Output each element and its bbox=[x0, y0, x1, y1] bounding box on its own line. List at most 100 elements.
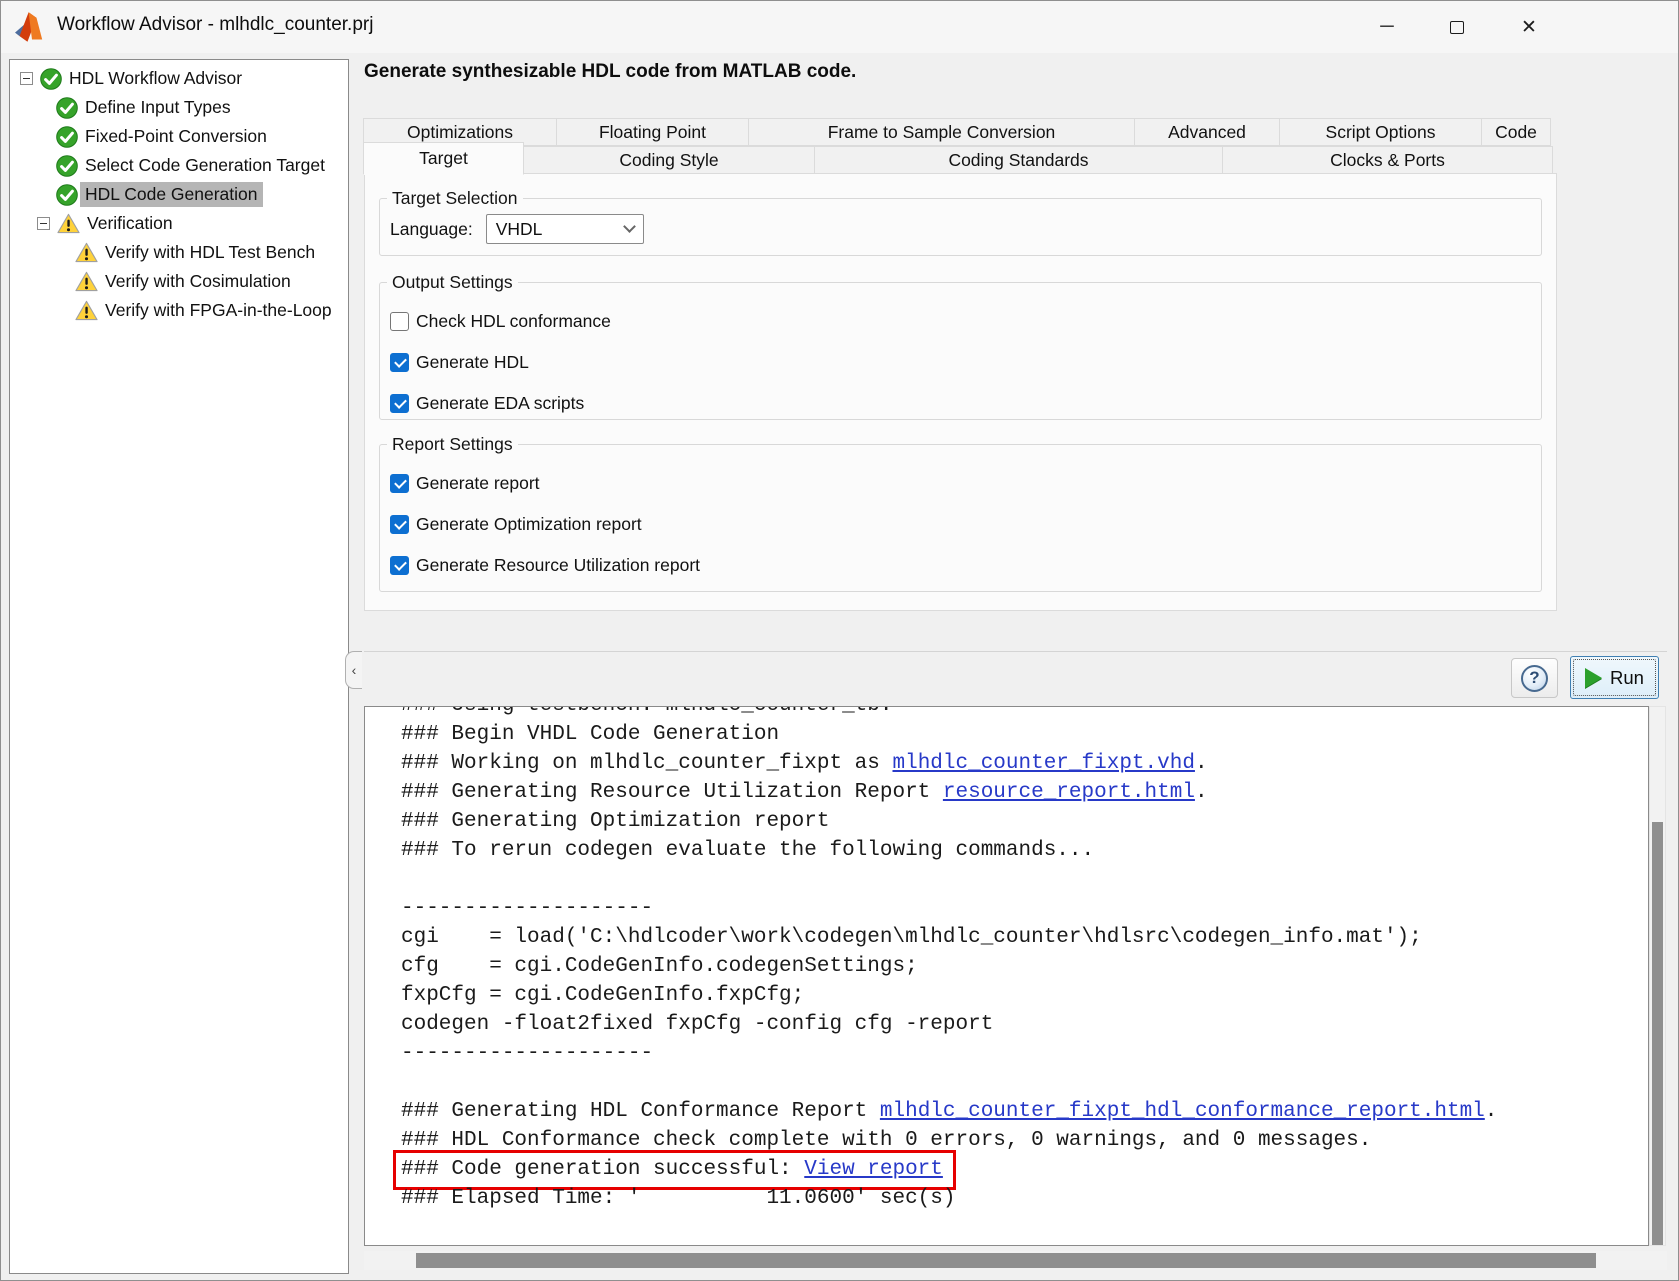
passed-check-icon bbox=[56, 97, 78, 119]
log-line: codegen -float2fixed fxpCfg -config cfg … bbox=[401, 1010, 1648, 1039]
report-settings-group: Report Settings Generate report Generate… bbox=[379, 434, 1542, 592]
tree-item-label: Verify with Cosimulation bbox=[105, 271, 291, 292]
window-title: Workflow Advisor - mlhdlc_counter.prj bbox=[57, 14, 373, 36]
generate-hdl-checkbox[interactable] bbox=[390, 353, 409, 372]
vertical-scrollbar-thumb[interactable] bbox=[1652, 822, 1663, 1245]
tree-item-define-input-types[interactable]: Define Input Types bbox=[10, 93, 348, 122]
generate-report-row: Generate report bbox=[390, 470, 1531, 496]
target-tab-panel: Target Selection Language: VHDL Output S… bbox=[364, 173, 1557, 611]
language-select-value: VHDL bbox=[496, 219, 543, 240]
log-line: ### Elapsed Time: ' 11.0600' sec(s) bbox=[401, 1184, 1648, 1213]
tree-item-label: HDL Workflow Advisor bbox=[69, 68, 242, 89]
generate-optimization-report-row: Generate Optimization report bbox=[390, 511, 1531, 537]
warning-triangle-icon bbox=[57, 213, 80, 234]
log-line: ### Generating HDL Conformance Report ml… bbox=[401, 1097, 1648, 1126]
generated-vhd-link[interactable]: mlhdlc_counter_fixpt.vhd bbox=[892, 752, 1194, 775]
language-row: Language: VHDL bbox=[390, 214, 1531, 244]
group-legend: Output Settings bbox=[387, 272, 518, 293]
tab-advanced[interactable]: Advanced bbox=[1134, 118, 1280, 146]
tree-item-hdl-workflow-advisor[interactable]: HDL Workflow Advisor bbox=[10, 64, 348, 93]
generate-report-checkbox[interactable] bbox=[390, 474, 409, 493]
log-line: fxpCfg = cgi.CodeGenInfo.fxpCfg; bbox=[401, 981, 1648, 1010]
tree-item-label: Select Code Generation Target bbox=[85, 155, 325, 176]
page-title: Generate synthesizable HDL code from MAT… bbox=[364, 61, 856, 83]
generate-resource-utilization-report-row: Generate Resource Utilization report bbox=[390, 552, 1531, 578]
tab-floating-point[interactable]: Floating Point bbox=[556, 118, 749, 146]
group-legend: Target Selection bbox=[387, 188, 523, 209]
tree-item-hdl-code-generation[interactable]: HDL Code Generation bbox=[10, 180, 348, 209]
log-line: ### Generating Optimization report bbox=[401, 807, 1648, 836]
tree-item-label: Verify with HDL Test Bench bbox=[105, 242, 315, 263]
passed-check-icon bbox=[56, 184, 78, 206]
horizontal-scrollbar[interactable] bbox=[364, 1251, 1667, 1270]
tab-target[interactable]: Target bbox=[363, 142, 524, 175]
tree-item-fixed-point-conversion[interactable]: Fixed-Point Conversion bbox=[10, 122, 348, 151]
output-settings-group: Output Settings Check HDL conformance Ge… bbox=[379, 272, 1542, 420]
generate-optimization-report-checkbox[interactable] bbox=[390, 515, 409, 534]
close-button[interactable]: ✕ bbox=[1505, 6, 1553, 48]
generate-eda-scripts-checkbox[interactable] bbox=[390, 394, 409, 413]
tab-coding-standards[interactable]: Coding Standards bbox=[814, 146, 1223, 175]
log-line bbox=[401, 1068, 1648, 1097]
minimize-icon: ─ bbox=[1380, 16, 1393, 38]
tab-row-2: Target Coding Style Coding Standards Clo… bbox=[364, 146, 1557, 175]
close-icon: ✕ bbox=[1521, 16, 1537, 39]
log-line-success: ### Code generation successful: View rep… bbox=[401, 1155, 1648, 1184]
log-line: -------------------- bbox=[401, 894, 1648, 923]
tree-item-label-selected: HDL Code Generation bbox=[80, 182, 263, 207]
checkbox-label: Check HDL conformance bbox=[416, 311, 611, 332]
log-line: cfg = cgi.CodeGenInfo.codegenSettings; bbox=[401, 952, 1648, 981]
warning-triangle-icon bbox=[75, 242, 98, 263]
tree-item-select-code-generation-target[interactable]: Select Code Generation Target bbox=[10, 151, 348, 180]
check-hdl-conformance-row: Check HDL conformance bbox=[390, 308, 1531, 334]
help-icon: ? bbox=[1521, 665, 1548, 692]
tree-item-verify-with-fpga-in-the-loop[interactable]: Verify with FPGA-in-the-Loop bbox=[10, 296, 348, 325]
maximize-button[interactable] bbox=[1433, 6, 1481, 48]
tree-item-verification[interactable]: Verification bbox=[10, 209, 348, 238]
tree-item-label: Verify with FPGA-in-the-Loop bbox=[105, 300, 332, 321]
vertical-scrollbar[interactable] bbox=[1649, 706, 1666, 1246]
help-button[interactable]: ? bbox=[1511, 658, 1558, 698]
matlab-logo-icon bbox=[15, 11, 49, 43]
log-line: ### Using testbench: mlhdlc_counter_tb. bbox=[401, 706, 1648, 720]
passed-check-icon bbox=[56, 155, 78, 177]
conformance-report-link[interactable]: mlhdlc_counter_fixpt_hdl_conformance_rep… bbox=[880, 1100, 1485, 1123]
target-selection-group: Target Selection Language: VHDL bbox=[379, 188, 1542, 256]
collapse-expander-icon[interactable] bbox=[37, 217, 50, 230]
warning-triangle-icon bbox=[75, 300, 98, 321]
warning-triangle-icon bbox=[75, 271, 98, 292]
tree-item-verify-with-hdl-test-bench[interactable]: Verify with HDL Test Bench bbox=[10, 238, 348, 267]
workflow-advisor-window: Workflow Advisor - mlhdlc_counter.prj ─ … bbox=[0, 0, 1679, 1281]
collapse-expander-icon[interactable] bbox=[20, 72, 33, 85]
checkbox-label: Generate Resource Utilization report bbox=[416, 555, 700, 576]
tab-frame-to-sample-conversion[interactable]: Frame to Sample Conversion bbox=[748, 118, 1135, 146]
checkbox-label: Generate EDA scripts bbox=[416, 393, 584, 414]
tab-coding-style[interactable]: Coding Style bbox=[523, 146, 815, 175]
group-legend: Report Settings bbox=[387, 434, 518, 455]
tab-row-1: Optimizations Floating Point Frame to Sa… bbox=[364, 118, 1557, 146]
minimize-button[interactable]: ─ bbox=[1363, 6, 1411, 48]
language-select[interactable]: VHDL bbox=[486, 214, 644, 244]
code-generation-log: ### Using testbench: mlhdlc_counter_tb. … bbox=[364, 706, 1649, 1246]
horizontal-scrollbar-thumb[interactable] bbox=[416, 1253, 1596, 1268]
panel-collapse-handle[interactable]: ‹ bbox=[345, 651, 362, 689]
title-bar: Workflow Advisor - mlhdlc_counter.prj ─ … bbox=[1, 1, 1678, 53]
tree-item-label: Verification bbox=[87, 213, 173, 234]
checkbox-label: Generate HDL bbox=[416, 352, 529, 373]
log-line: ### Generating Resource Utilization Repo… bbox=[401, 778, 1648, 807]
chevron-down-icon bbox=[623, 220, 636, 233]
play-icon bbox=[1585, 668, 1602, 688]
log-content: ### Using testbench: mlhdlc_counter_tb. … bbox=[365, 706, 1648, 1213]
tree-item-verify-with-cosimulation[interactable]: Verify with Cosimulation bbox=[10, 267, 348, 296]
run-button[interactable]: Run bbox=[1570, 656, 1659, 699]
language-label: Language: bbox=[390, 219, 473, 240]
resource-report-link[interactable]: resource_report.html bbox=[943, 781, 1195, 804]
tab-script-options[interactable]: Script Options bbox=[1279, 118, 1482, 146]
tab-clocks-and-ports[interactable]: Clocks & Ports bbox=[1222, 146, 1553, 175]
generate-resource-utilization-report-checkbox[interactable] bbox=[390, 556, 409, 575]
settings-tab-strip: Optimizations Floating Point Frame to Sa… bbox=[364, 118, 1557, 175]
check-hdl-conformance-checkbox[interactable] bbox=[390, 312, 409, 331]
view-report-link[interactable]: View report bbox=[804, 1158, 943, 1181]
tab-code[interactable]: Code bbox=[1481, 118, 1551, 146]
generate-hdl-row: Generate HDL bbox=[390, 349, 1531, 375]
